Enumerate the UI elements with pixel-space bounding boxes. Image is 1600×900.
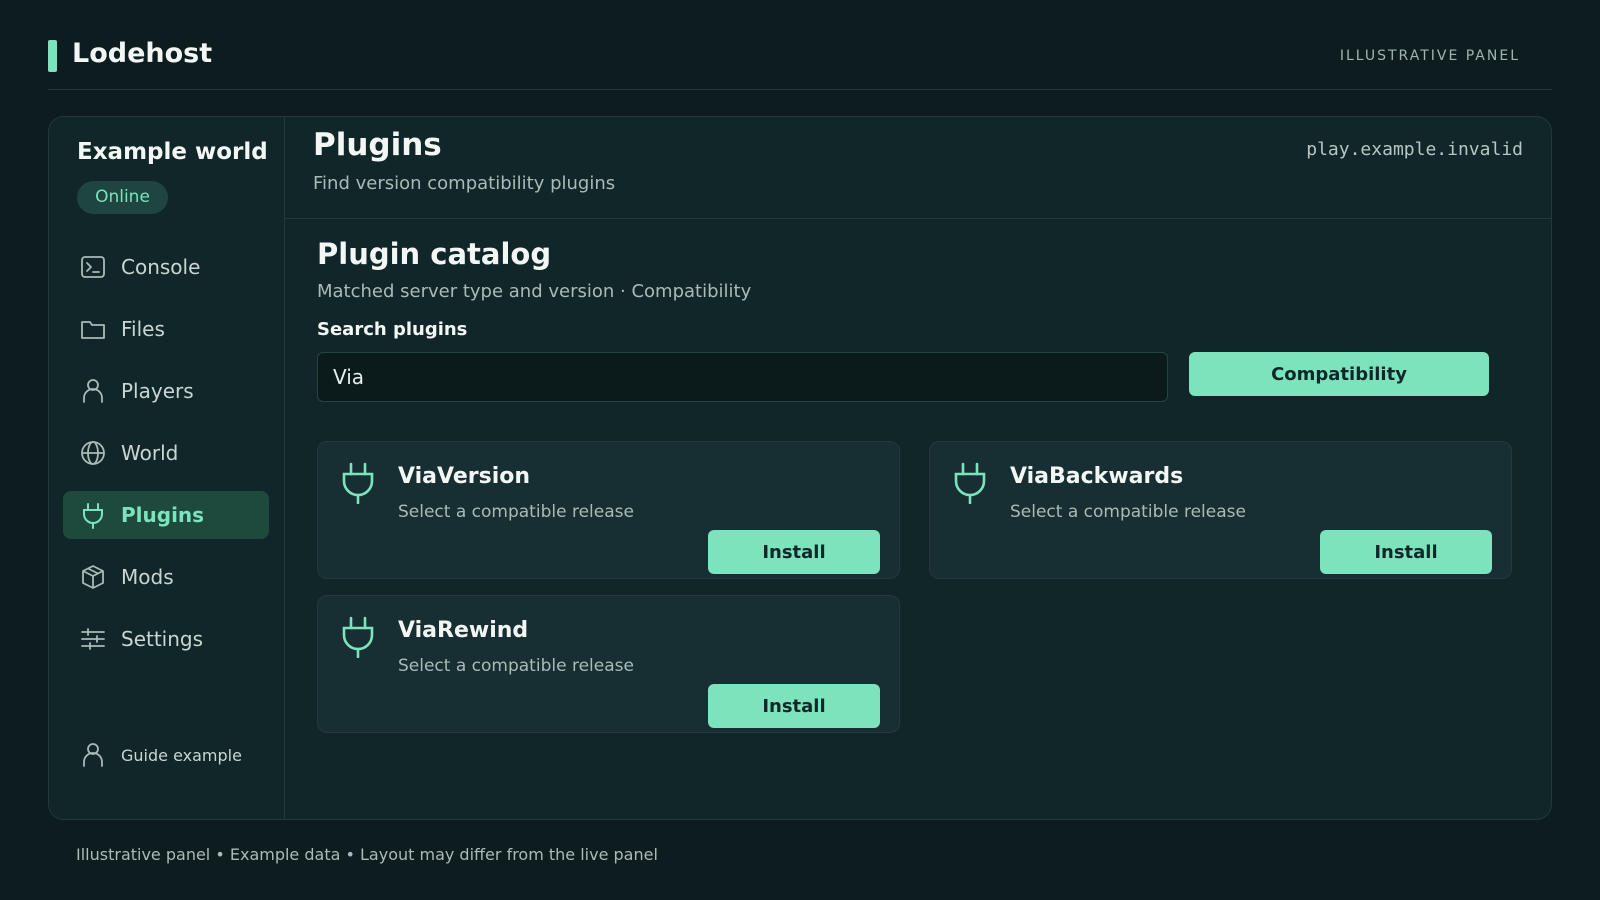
plugin-name: ViaVersion	[398, 464, 531, 489]
main-content: Plugins Find version compatibility plugi…	[285, 117, 1551, 819]
install-button[interactable]: Install	[1320, 530, 1492, 574]
page-subtitle: Find version compatibility plugins	[313, 173, 616, 194]
sidebar: Example world Online Console Files Playe…	[49, 117, 285, 819]
catalog-subtitle: Matched server type and version · Compat…	[317, 281, 752, 302]
folder-icon	[81, 321, 105, 339]
sidebar-item-files[interactable]: Files	[63, 305, 269, 353]
plugin-description: Select a compatible release	[398, 502, 634, 522]
plugin-name: ViaBackwards	[1010, 464, 1184, 489]
sidebar-item-label: Plugins	[121, 503, 205, 527]
search-input[interactable]	[317, 352, 1168, 402]
brand-name: Lodehost	[72, 38, 213, 69]
search-label: Search plugins	[317, 319, 468, 340]
plugin-card-viaversion: ViaVersion Select a compatible release I…	[317, 441, 900, 579]
status-badge: Online	[77, 181, 168, 214]
sidebar-item-players[interactable]: Players	[63, 367, 269, 415]
catalog-title: Plugin catalog	[317, 237, 552, 271]
sidebar-item-mods[interactable]: Mods	[63, 553, 269, 601]
sidebar-item-label: Settings	[121, 627, 204, 651]
server-address: play.example.invalid	[1306, 139, 1523, 160]
guide-label: Guide example	[121, 745, 242, 765]
sidebar-item-label: Console	[121, 255, 201, 279]
compatibility-button[interactable]: Compatibility	[1189, 352, 1489, 396]
plugin-name: ViaRewind	[398, 618, 529, 643]
sliders-icon	[81, 628, 105, 650]
plugin-description: Select a compatible release	[398, 656, 634, 676]
user-icon	[83, 379, 103, 403]
terminal-icon	[81, 256, 105, 278]
sidebar-item-settings[interactable]: Settings	[63, 615, 269, 663]
install-button[interactable]: Install	[708, 530, 880, 574]
sidebar-item-label: Files	[121, 317, 165, 341]
footer-note: Illustrative panel • Example data • Layo…	[76, 845, 658, 864]
main-header: Plugins Find version compatibility plugi…	[285, 117, 1551, 219]
guide-user[interactable]: Guide example	[63, 735, 269, 775]
plugin-description: Select a compatible release	[1010, 502, 1246, 522]
sidebar-item-world[interactable]: World	[63, 429, 269, 477]
page-title: Plugins	[313, 127, 442, 163]
install-button[interactable]: Install	[708, 684, 880, 728]
top-bar: Lodehost ILLUSTRATIVE PANEL	[48, 28, 1552, 90]
sidebar-item-plugins[interactable]: Plugins	[63, 491, 269, 539]
panel-label: ILLUSTRATIVE PANEL	[1339, 48, 1520, 64]
world-name: Example world	[77, 139, 268, 165]
plugin-card-viabackwards: ViaBackwards Select a compatible release…	[929, 441, 1512, 579]
globe-icon	[81, 441, 105, 465]
sidebar-item-label: Mods	[121, 565, 174, 589]
plug-icon	[342, 616, 374, 658]
brand-accent-bar	[48, 40, 57, 72]
user-icon	[83, 743, 103, 767]
sidebar-item-label: Players	[121, 379, 194, 403]
plug-icon	[342, 462, 374, 504]
sidebar-item-label: World	[121, 441, 179, 465]
plugin-card-viarewind: ViaRewind Select a compatible release In…	[317, 595, 900, 733]
plug-icon	[83, 503, 103, 529]
package-icon	[82, 565, 104, 589]
sidebar-item-console[interactable]: Console	[63, 243, 269, 291]
plug-icon	[954, 462, 986, 504]
panel-shell: Example world Online Console Files Playe…	[48, 116, 1552, 820]
